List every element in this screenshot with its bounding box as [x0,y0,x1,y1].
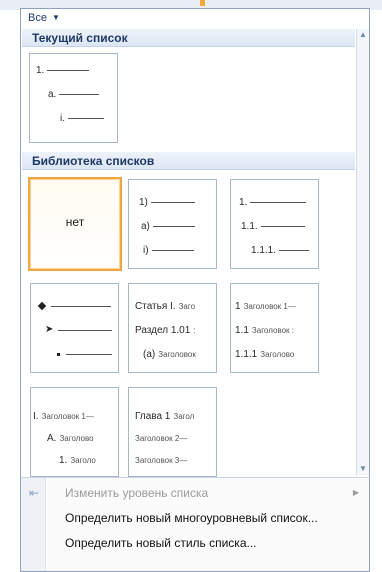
list-level-2: Раздел 1.01: [135,324,196,336]
arrow-bullet-icon: ➤ [45,324,54,335]
list-level-3 [57,348,112,360]
list-level-3: 1. Заголо [59,454,96,466]
list-level-2: a. [48,88,100,100]
list-level-1: Статья I. Заго [135,300,196,312]
list-style-decimal-nested[interactable]: 1. 1.1. 1.1.1. [230,179,319,269]
list-actions-menu: ⇤ Изменить уровень списка ▶ Определить н… [20,477,370,572]
gallery-scrollbar[interactable]: ▲ ▼ [356,29,369,475]
list-level-1: 1) [139,196,195,208]
define-multilevel-list-label: Определить новый многоуровневый список..… [65,511,318,525]
list-level-1 [37,300,111,312]
section-header-library: Библиотека списков [22,152,355,170]
list-level-3: i) [143,244,194,256]
none-label: нет [65,215,85,229]
ribbon-accent [200,0,205,6]
list-level-1: I. Заголовок 1— [33,410,94,422]
current-list-thumbnail[interactable]: 1. a. i. [29,53,118,143]
list-style-heading-numbered[interactable]: 1 Заголовок 1— 1.1 Заголовок : 1.1.1 Заголо… [230,283,319,373]
list-level-2: Заголовок 2— [135,433,188,443]
list-style-bullets[interactable]: ➤ [30,283,119,373]
scroll-down-icon[interactable]: ▼ [357,463,369,475]
list-level-2: A. Заголово [47,432,94,444]
list-level-1: 1. [239,196,307,208]
list-level-2: 1.1 Заголовок : [235,324,294,336]
chevron-down-icon: ▼ [52,13,60,22]
list-none[interactable]: нет [28,177,122,271]
list-level-1: 1. [36,64,90,76]
scroll-up-icon[interactable]: ▲ [357,29,369,41]
change-list-level-item[interactable]: ⇤ Изменить уровень списка ▶ [21,482,367,504]
list-level-3: 1.1.1. [251,244,310,256]
filter-label: Все [28,12,47,24]
list-level-1: 1 Заголовок 1— [235,300,296,312]
list-level-3: 1.1.1 Заголово [235,348,295,360]
define-list-style-label: Определить новый стиль списка... [65,536,257,550]
list-style-heading-roman[interactable]: I. Заголовок 1— A. Заголово 1. Заголо [30,387,119,477]
list-style-paren[interactable]: 1) a) i) [128,179,217,269]
diamond-bullet-icon [37,301,47,311]
list-level-2: ➤ [45,324,113,336]
list-level-3: i. [60,112,104,124]
list-level-2: a) [141,220,195,232]
list-level-3: (a) Заголовок [143,348,196,360]
list-level-2: 1.1. [241,220,305,232]
change-list-level-label: Изменить уровень списка [65,486,209,500]
indent-list-icon: ⇤ [28,486,40,500]
multilevel-list-gallery: Все ▼ Текущий список 1. a. i. Библиотека… [20,8,370,477]
submenu-arrow-icon: ▶ [352,488,359,497]
list-level-1: Глава 1 Загол [135,410,195,422]
list-style-article-section[interactable]: Статья I. Заго Раздел 1.01: (a) Заголовок [128,283,217,373]
list-level-3: Заголовок 3— [135,455,188,465]
filter-dropdown[interactable]: Все ▼ [28,11,138,25]
list-style-heading-chapter[interactable]: Глава 1 Загол Заголовок 2— Заголовок 3— [128,387,217,477]
section-header-current: Текущий список [22,29,355,47]
define-list-style-item[interactable]: Определить новый стиль списка... [21,532,367,554]
define-multilevel-list-item[interactable]: Определить новый многоуровневый список..… [21,507,367,529]
square-bullet-icon [57,352,60,356]
